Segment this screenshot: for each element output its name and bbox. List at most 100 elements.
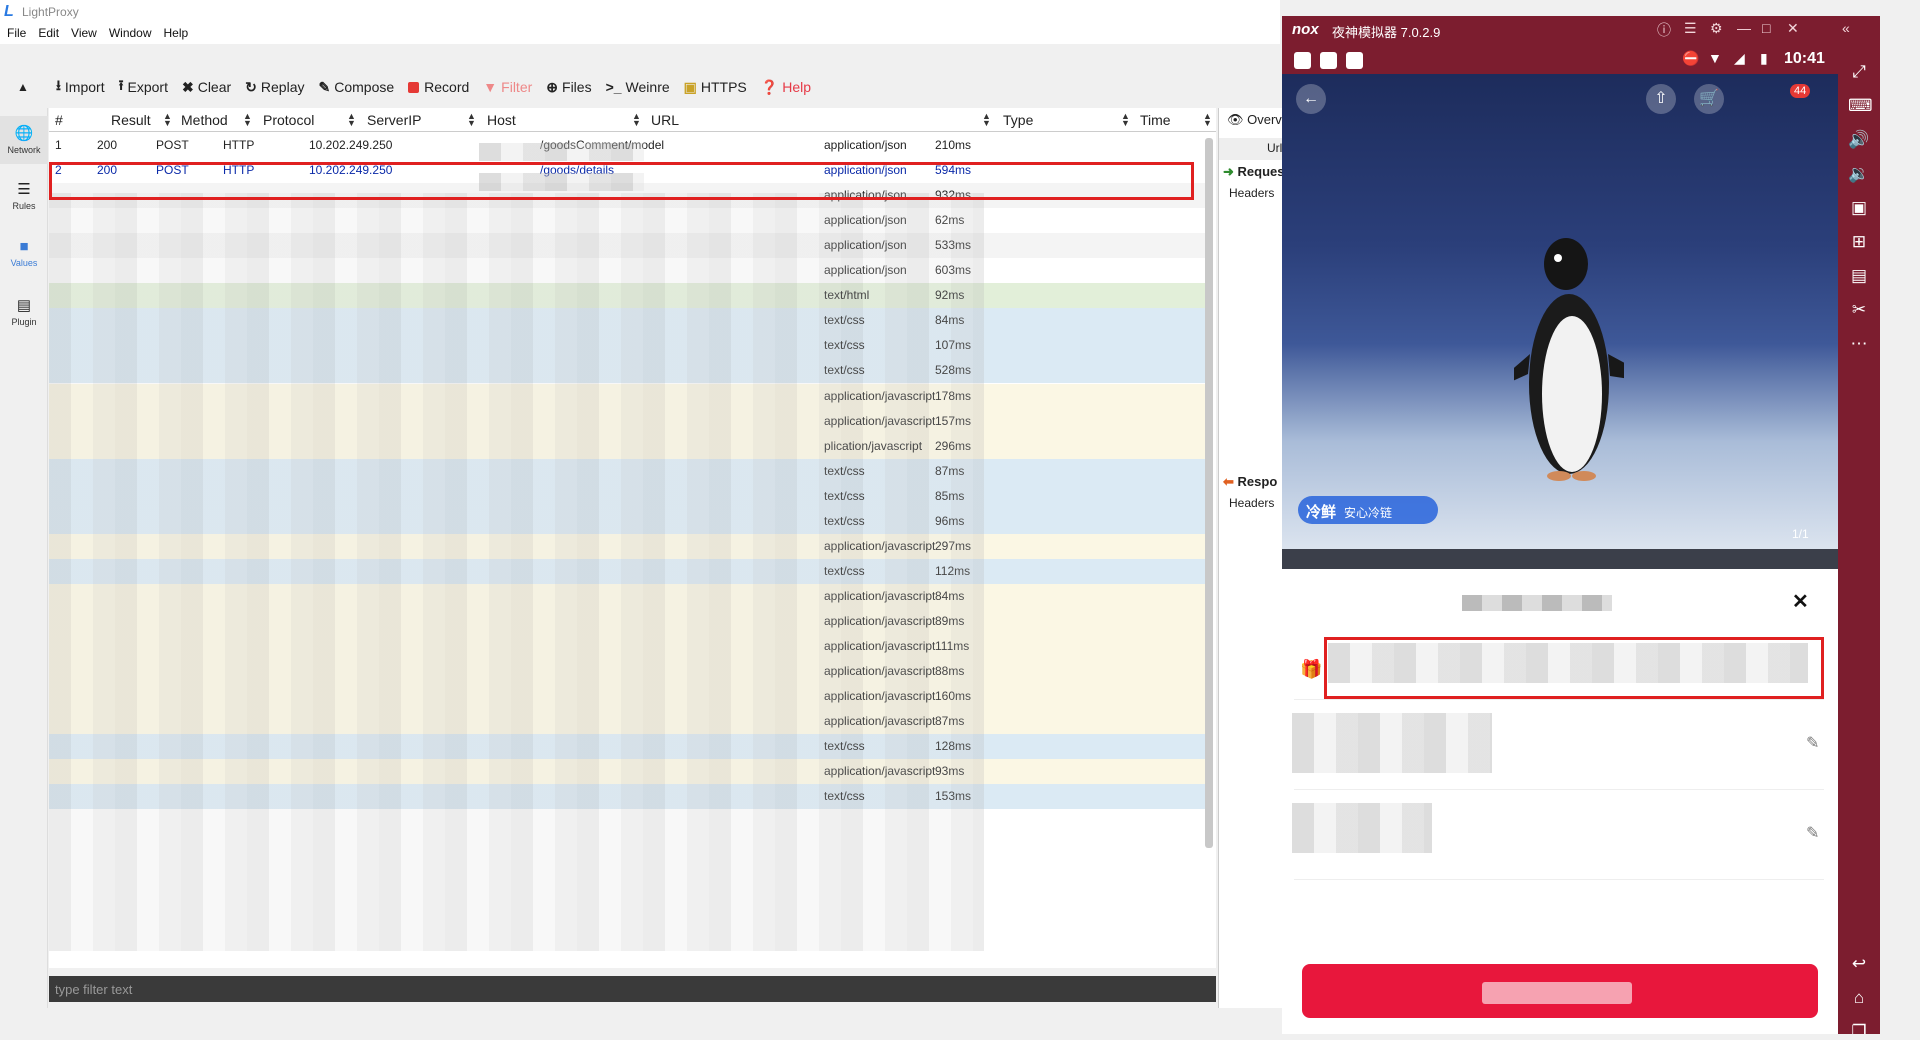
help-icon: ❓ bbox=[760, 78, 779, 95]
cell-method: POST bbox=[156, 138, 189, 152]
home-icon[interactable]: ⌂ bbox=[1848, 988, 1870, 1010]
menu-edit[interactable]: Edit bbox=[32, 24, 65, 42]
more-icon[interactable]: ⋯ bbox=[1848, 334, 1870, 356]
redacted-address[interactable] bbox=[1292, 803, 1432, 853]
sidebar-item-rules[interactable]: ☰ Rules bbox=[0, 172, 48, 220]
col-header-time[interactable]: Time bbox=[1140, 112, 1171, 128]
menu-window[interactable]: Window bbox=[103, 24, 158, 42]
edit-icon[interactable]: ✎ bbox=[1806, 733, 1819, 753]
response-headers-tab[interactable]: Headers bbox=[1229, 496, 1274, 510]
col-header-type[interactable]: Type bbox=[1003, 112, 1033, 128]
scissors-icon[interactable]: ✂ bbox=[1848, 300, 1870, 322]
back-arrow-icon[interactable]: ← bbox=[1296, 84, 1326, 114]
close-icon[interactable]: ✕ bbox=[1787, 20, 1799, 37]
response-section[interactable]: ⬅ Respo bbox=[1223, 474, 1277, 490]
sort-icon[interactable]: ▲ ▼ bbox=[1203, 112, 1212, 128]
apk-install-icon[interactable]: ⊞ bbox=[1848, 232, 1870, 254]
app-logo-icon: L bbox=[4, 3, 14, 20]
sort-icon[interactable]: ▲ ▼ bbox=[163, 112, 172, 128]
app-title: LightProxy bbox=[22, 5, 79, 19]
clear-label: Clear bbox=[197, 79, 232, 95]
fullscreen-icon[interactable]: ⤢ bbox=[1848, 62, 1870, 84]
filter-input[interactable] bbox=[55, 980, 755, 998]
sort-icon[interactable]: ▲ ▼ bbox=[1121, 112, 1130, 128]
replay-button[interactable]: ↻ Replay bbox=[245, 79, 304, 96]
col-header-num[interactable]: # bbox=[55, 112, 63, 128]
volume-down-icon[interactable]: 🔉 bbox=[1848, 164, 1870, 186]
clear-button[interactable]: ✖ Clear bbox=[182, 79, 231, 96]
notification-icon bbox=[1320, 52, 1337, 69]
minimize-icon[interactable]: — bbox=[1737, 20, 1751, 36]
thumbnail-strip[interactable] bbox=[1282, 549, 1838, 569]
cold-tag-sub: 安心冷链 bbox=[1344, 506, 1393, 520]
redacted-button-label bbox=[1482, 982, 1632, 1004]
cold-chain-tag: 冷鲜 安心冷链 bbox=[1298, 496, 1438, 524]
menu-help[interactable]: Help bbox=[158, 24, 195, 42]
col-header-protocol[interactable]: Protocol bbox=[263, 112, 314, 128]
files-button[interactable]: ⊕ Files bbox=[546, 79, 591, 96]
filter-button[interactable]: ▼ Filter bbox=[483, 79, 532, 95]
request-headers-tab[interactable]: Headers bbox=[1229, 186, 1274, 200]
sort-icon[interactable]: ▲ ▼ bbox=[982, 112, 991, 128]
edit-icon[interactable]: ✎ bbox=[1806, 823, 1819, 843]
cell-result: 200 bbox=[97, 138, 118, 152]
replay-label: Replay bbox=[260, 79, 305, 95]
printer-icon[interactable]: ▤ bbox=[1848, 266, 1870, 288]
recents-icon[interactable]: ❐ bbox=[1848, 1022, 1870, 1034]
col-header-host[interactable]: Host bbox=[487, 112, 516, 128]
keyboard-icon[interactable]: ⌨ bbox=[1848, 96, 1873, 118]
back-icon[interactable]: ↩ bbox=[1848, 954, 1870, 976]
sidebar-item-values[interactable]: ■ Values bbox=[0, 230, 48, 278]
folder-icon: ■ bbox=[19, 238, 29, 255]
sidebar-label-plugins: Plugin bbox=[11, 317, 37, 327]
redacted-region bbox=[49, 193, 984, 951]
record-button[interactable]: Record bbox=[408, 79, 469, 95]
menu-icon[interactable]: ☰ bbox=[1684, 20, 1697, 37]
files-label: Files bbox=[562, 79, 592, 95]
compose-button[interactable]: ✎ Compose bbox=[319, 79, 395, 96]
col-header-method[interactable]: Method bbox=[181, 112, 228, 128]
url-label: Url bbox=[1267, 141, 1282, 155]
record-label: Record bbox=[424, 79, 470, 95]
sort-icon[interactable]: ▲ ▼ bbox=[347, 112, 356, 128]
redacted-sheet-title bbox=[1462, 595, 1612, 611]
help-button[interactable]: ❓ Help bbox=[761, 79, 811, 96]
import-button[interactable]: ⭳ Import bbox=[56, 75, 105, 99]
maximize-icon[interactable]: □ bbox=[1762, 20, 1770, 36]
import-label: Import bbox=[64, 79, 105, 95]
sort-icon[interactable]: ▲ ▼ bbox=[632, 112, 641, 128]
col-header-serverip[interactable]: ServerIP bbox=[367, 112, 421, 128]
emulator-title: 夜神模拟器 7.0.2.9 bbox=[1332, 25, 1441, 40]
product-image[interactable]: ← ⇧ 🛒 44 冷鲜 安心冷链 1/1 bbox=[1282, 74, 1838, 564]
sidebar-item-network[interactable]: 🌐 Network bbox=[0, 116, 48, 164]
close-icon[interactable]: ✕ bbox=[1792, 589, 1809, 614]
https-button[interactable]: ▣ HTTPS bbox=[684, 79, 747, 96]
import-icon: ⭳ bbox=[56, 77, 61, 93]
highlighted-notice bbox=[1324, 637, 1824, 699]
collapse-toolbar-button[interactable]: ▲ bbox=[0, 80, 46, 94]
help-icon[interactable]: ⓘ bbox=[1657, 20, 1671, 40]
settings-icon[interactable]: ⚙ bbox=[1710, 20, 1723, 37]
table-scrollbar[interactable] bbox=[1205, 138, 1213, 848]
redacted-address[interactable] bbox=[1292, 713, 1492, 773]
screen-icon[interactable]: ▣ bbox=[1848, 198, 1870, 220]
arrow-left-icon: ⬅ bbox=[1223, 474, 1234, 489]
volume-up-icon[interactable]: 🔊 bbox=[1848, 130, 1870, 152]
tab-overview[interactable]: 👁 Overv bbox=[1227, 112, 1282, 128]
request-section[interactable]: ➜ Reques bbox=[1223, 164, 1282, 180]
col-header-result[interactable]: Result bbox=[111, 112, 151, 128]
menu-file[interactable]: File bbox=[0, 24, 32, 42]
sort-icon[interactable]: ▲ ▼ bbox=[243, 112, 252, 128]
menu-view[interactable]: View bbox=[65, 24, 103, 42]
sidebar-item-plugins[interactable]: ▤ Plugin bbox=[0, 288, 48, 336]
share-icon[interactable]: ⇧ bbox=[1646, 84, 1676, 114]
divider bbox=[1294, 879, 1824, 880]
sidebar-label-network: Network bbox=[7, 145, 41, 155]
confirm-button[interactable] bbox=[1302, 964, 1818, 1018]
cart-icon[interactable]: 🛒 bbox=[1694, 84, 1724, 114]
export-button[interactable]: ⭱ Export bbox=[119, 75, 168, 99]
sort-icon[interactable]: ▲ ▼ bbox=[467, 112, 476, 128]
weinre-button[interactable]: >_ Weinre bbox=[606, 79, 670, 95]
col-header-url[interactable]: URL bbox=[651, 112, 679, 128]
collapse-sidebar-icon[interactable]: « bbox=[1842, 20, 1850, 36]
